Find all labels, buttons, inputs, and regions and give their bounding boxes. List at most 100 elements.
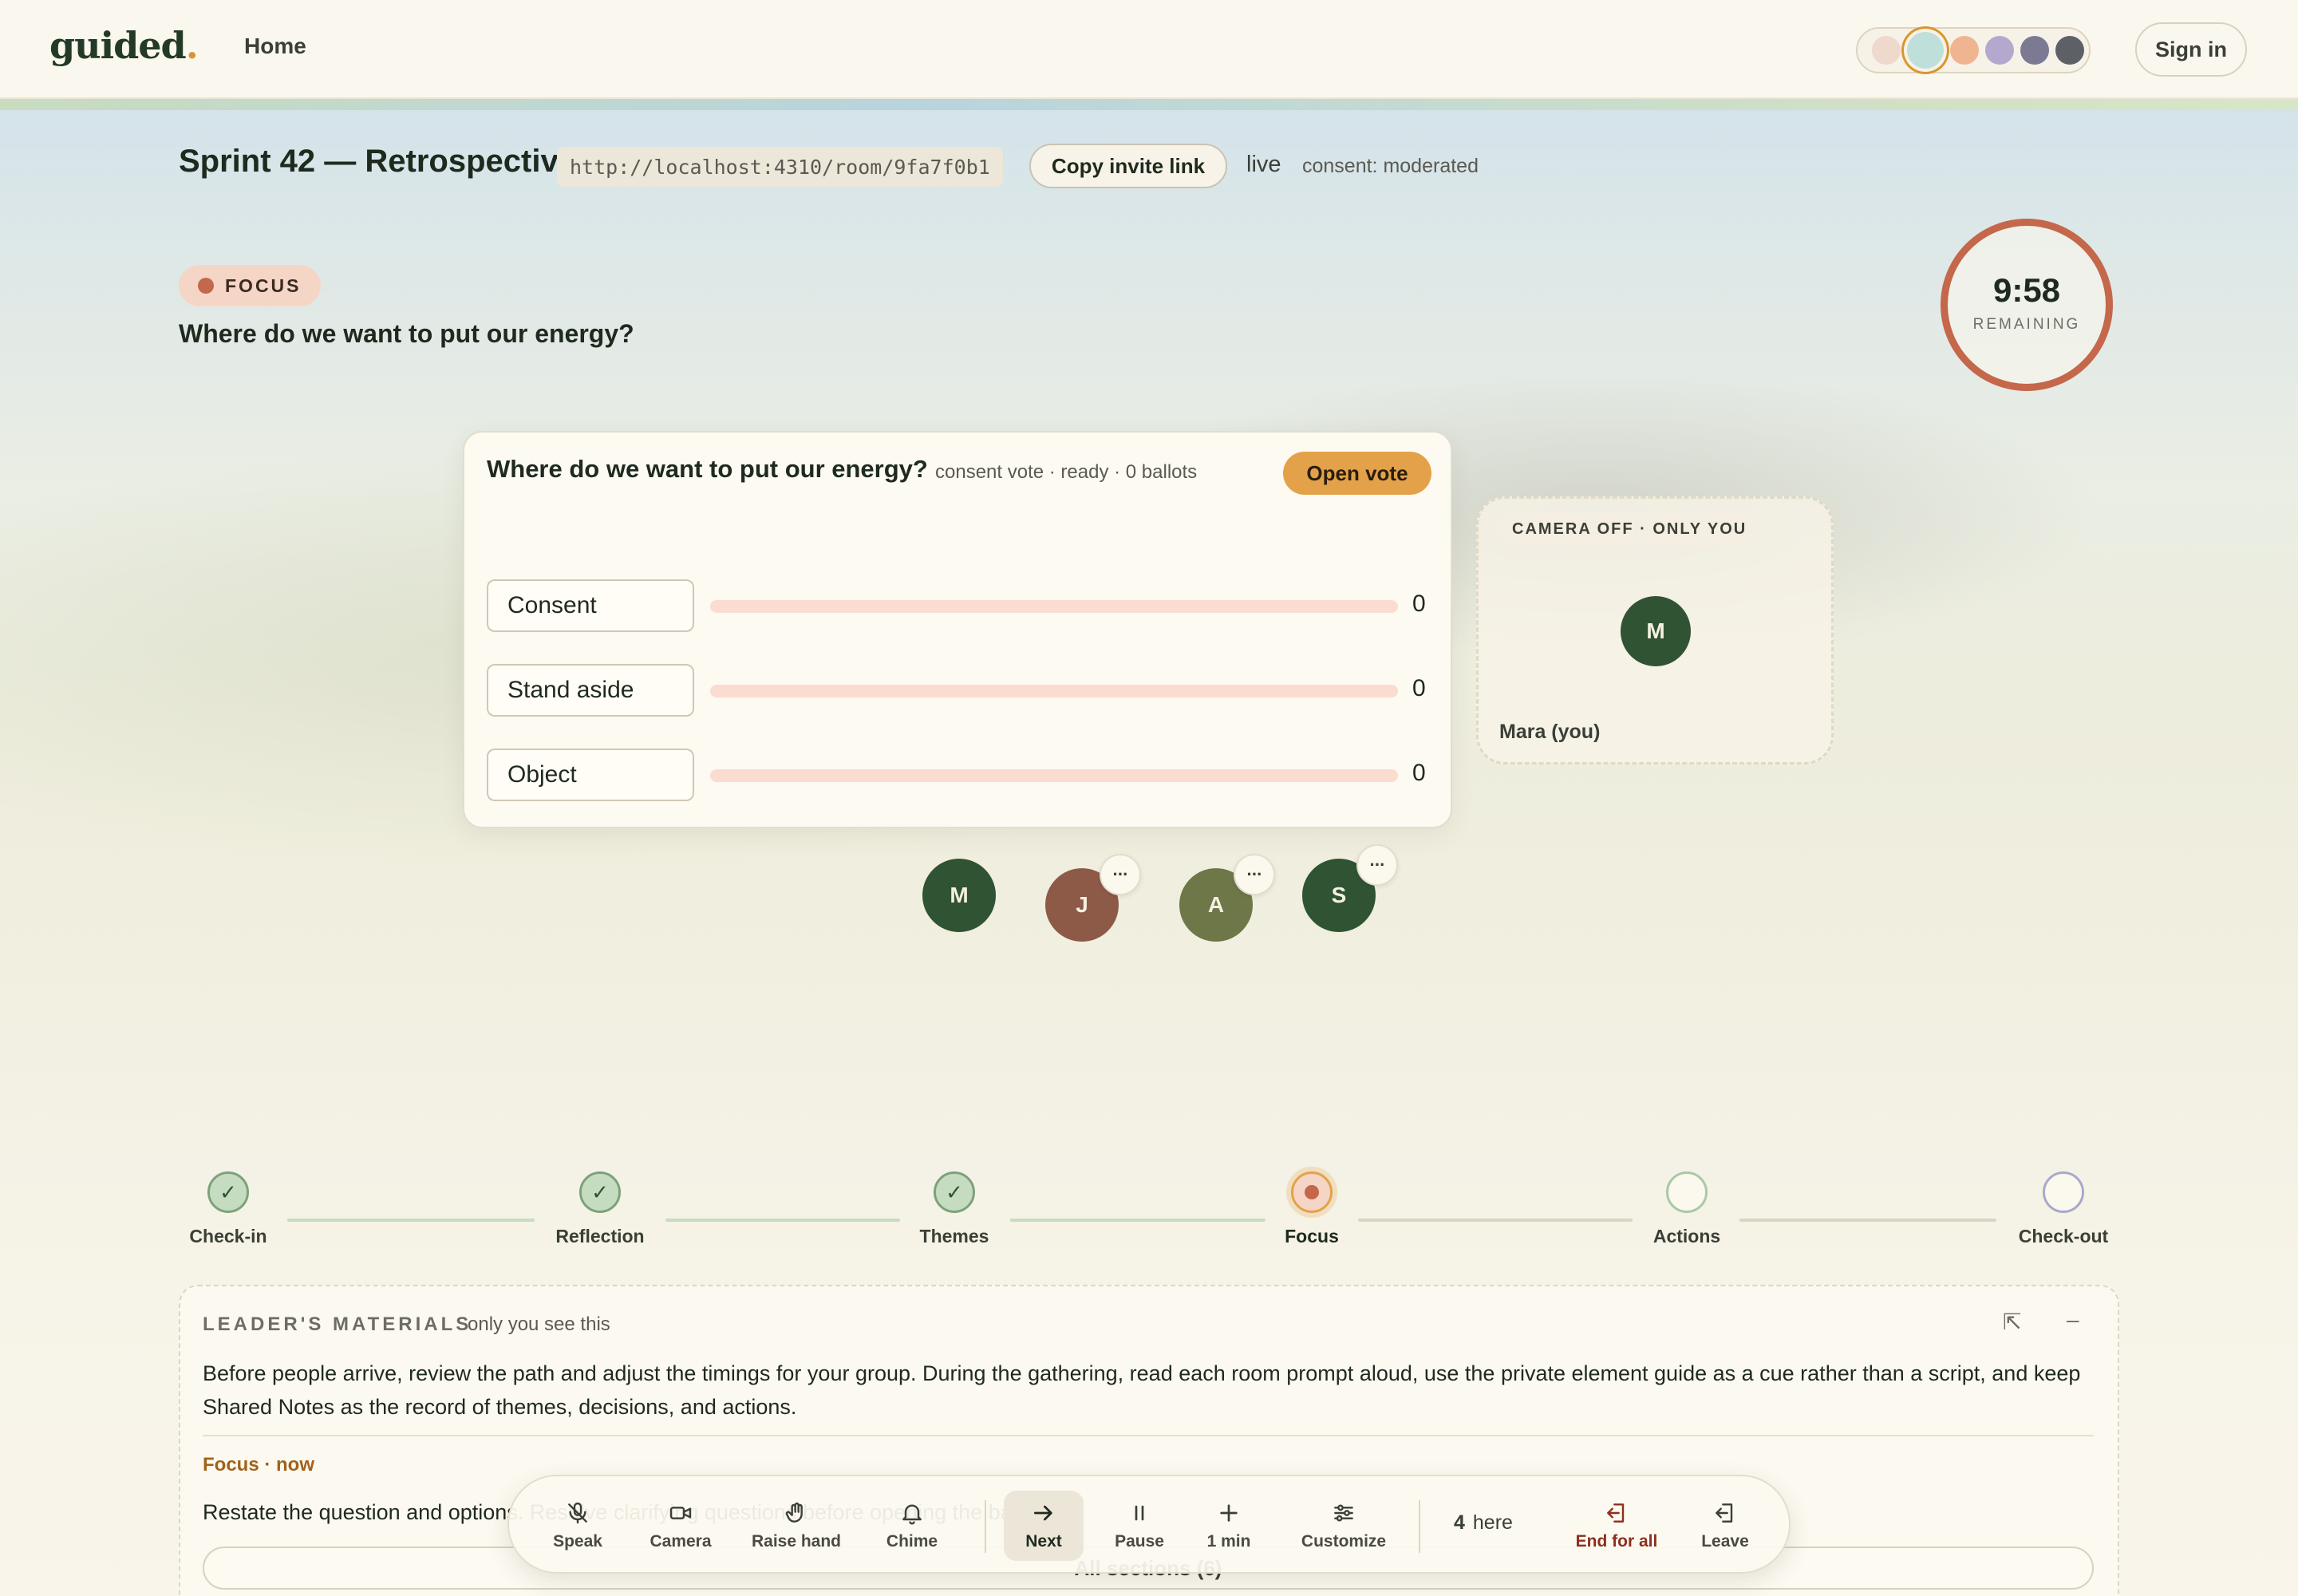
leave-button[interactable]: Leave — [1685, 1491, 1765, 1561]
path-step-focus[interactable]: Focus — [1232, 1171, 1392, 1247]
participant-more-button[interactable]: ··· — [1234, 854, 1275, 895]
pause-button[interactable]: Pause — [1100, 1491, 1179, 1561]
copy-invite-link-button[interactable]: Copy invite link — [1029, 144, 1227, 188]
chime-button[interactable]: Chime — [868, 1491, 956, 1561]
path-connector — [1739, 1219, 1996, 1222]
stage-pill-label: FOCUS — [225, 275, 302, 296]
vote-option-count: 0 — [1412, 760, 1426, 786]
next-button[interactable]: Next — [1004, 1491, 1084, 1561]
vote-option-label[interactable]: Consent — [487, 579, 694, 632]
minimize-icon[interactable]: – — [2067, 1307, 2079, 1333]
check-icon: ✓ — [207, 1171, 249, 1213]
open-vote-button[interactable]: Open vote — [1283, 452, 1431, 495]
nav-home-link[interactable]: Home — [244, 34, 306, 59]
participant-avatar[interactable]: M — [922, 859, 996, 932]
participant-more-button[interactable]: ··· — [1100, 854, 1141, 895]
theme-swatch[interactable] — [1872, 36, 1901, 65]
expand-icon[interactable]: ⇱ — [2003, 1309, 2021, 1335]
live-status: live — [1246, 152, 1281, 177]
path-step-check-in[interactable]: ✓ Check-in — [148, 1171, 308, 1247]
current-step-icon — [1291, 1171, 1333, 1213]
participant-count: 4 here — [1454, 1511, 1513, 1534]
vote-option-count: 0 — [1412, 591, 1426, 617]
end-for-all-button[interactable]: End for all — [1561, 1491, 1672, 1561]
vote-option-label[interactable]: Object — [487, 749, 694, 801]
sign-in-button[interactable]: Sign in — [2135, 22, 2247, 77]
path-step-label: Reflection — [555, 1226, 645, 1246]
sliders-icon — [1334, 1504, 1353, 1522]
raise-hand-button[interactable]: Raise hand — [740, 1491, 852, 1561]
divider — [985, 1500, 986, 1553]
timer-label: REMAINING — [1972, 316, 2081, 333]
theme-swatch[interactable] — [2020, 36, 2049, 65]
add-minute-button[interactable]: 1 min — [1189, 1491, 1269, 1561]
vote-option-count: 0 — [1412, 675, 1426, 701]
theme-swatches — [1856, 27, 2091, 73]
self-name: Mara (you) — [1499, 721, 1601, 743]
path-step-label: Focus — [1285, 1226, 1339, 1246]
avatar: M — [1621, 596, 1691, 666]
divider — [1419, 1500, 1420, 1553]
path-step-label: Check-in — [189, 1226, 267, 1246]
theme-swatch[interactable] — [1985, 36, 2014, 65]
top-nav: guided. Home Sign in — [0, 0, 2298, 99]
vote-meta: consent vote · ready · 0 ballots — [935, 461, 1198, 483]
path-connector — [1358, 1219, 1633, 1222]
logo[interactable]: guided. — [49, 24, 199, 67]
camera-button[interactable]: Camera — [637, 1491, 725, 1561]
camera-icon — [669, 1507, 692, 1519]
customize-button[interactable]: Customize — [1288, 1491, 1400, 1561]
bell-icon — [902, 1504, 922, 1525]
timer-time: 9:58 — [1992, 271, 2061, 309]
stage-pill: FOCUS — [179, 265, 321, 306]
current-section-label: Focus · now — [203, 1454, 314, 1476]
path-connector — [1010, 1219, 1265, 1222]
accent-strip — [0, 99, 2298, 110]
theme-swatch[interactable] — [1907, 32, 1944, 69]
path-step-label: Actions — [1652, 1226, 1721, 1246]
stage-question: Where do we want to put our energy? — [179, 319, 634, 348]
vote-option[interactable]: Stand aside 0 — [487, 664, 1428, 717]
path-connector — [287, 1219, 535, 1222]
participant-more-button[interactable]: ··· — [1356, 844, 1398, 886]
materials-subheading: only you see this — [468, 1314, 610, 1335]
pause-icon — [1135, 1505, 1144, 1521]
mic-off-icon — [568, 1502, 587, 1524]
pending-step-icon — [2043, 1171, 2084, 1213]
materials-body: Before people arrive, review the path an… — [203, 1361, 2081, 1419]
pending-step-icon — [1666, 1171, 1708, 1213]
self-camera-tile: CAMERA OFF · ONLY YOU M Mara (you) — [1476, 496, 1834, 764]
plus-icon — [1220, 1504, 1238, 1522]
vote-option[interactable]: Consent 0 — [487, 579, 1428, 632]
vote-option-bar — [710, 685, 1398, 697]
vote-option-label[interactable]: Stand aside — [487, 664, 694, 717]
path-step-label: Themes — [919, 1226, 989, 1246]
camera-off-badge: CAMERA OFF · ONLY YOU — [1496, 513, 1763, 545]
stage-dot-icon — [198, 278, 214, 294]
vote-option-bar — [710, 600, 1398, 613]
room-title: Sprint 42 — Retrospective — [179, 144, 576, 179]
path-step-actions[interactable]: Actions — [1607, 1171, 1767, 1247]
speak-button[interactable]: Speak — [538, 1491, 618, 1561]
vote-option-bar — [710, 769, 1398, 782]
consent-mode: consent: moderated — [1302, 155, 1479, 177]
vote-question: Where do we want to put our energy? — [487, 455, 928, 483]
path-step-label: Check-out — [2018, 1226, 2109, 1246]
theme-swatch[interactable] — [1950, 36, 1979, 65]
path-step-reflection[interactable]: ✓ Reflection — [520, 1171, 680, 1247]
theme-swatch[interactable] — [2055, 36, 2084, 65]
materials-heading: LEADER'S MATERIALS — [203, 1314, 472, 1335]
divider — [203, 1435, 2094, 1436]
exit-icon — [1607, 1503, 1625, 1523]
control-bar: Speak Camera Raise hand Chime Next Pause… — [507, 1475, 1791, 1574]
room-url[interactable]: http://localhost:4310/room/9fa7f0b1 — [557, 147, 1003, 187]
path-step-check-out[interactable]: Check-out — [1984, 1171, 2143, 1247]
check-icon: ✓ — [934, 1171, 975, 1213]
vote-option[interactable]: Object 0 — [487, 749, 1428, 801]
hand-icon — [785, 1502, 803, 1523]
leave-icon — [1716, 1503, 1733, 1523]
countdown-timer: 9:58 REMAINING — [1941, 219, 2113, 391]
path-step-themes[interactable]: ✓ Themes — [875, 1171, 1034, 1247]
vote-card: Where do we want to put our energy? cons… — [463, 431, 1452, 828]
arrow-right-icon — [1034, 1505, 1052, 1521]
